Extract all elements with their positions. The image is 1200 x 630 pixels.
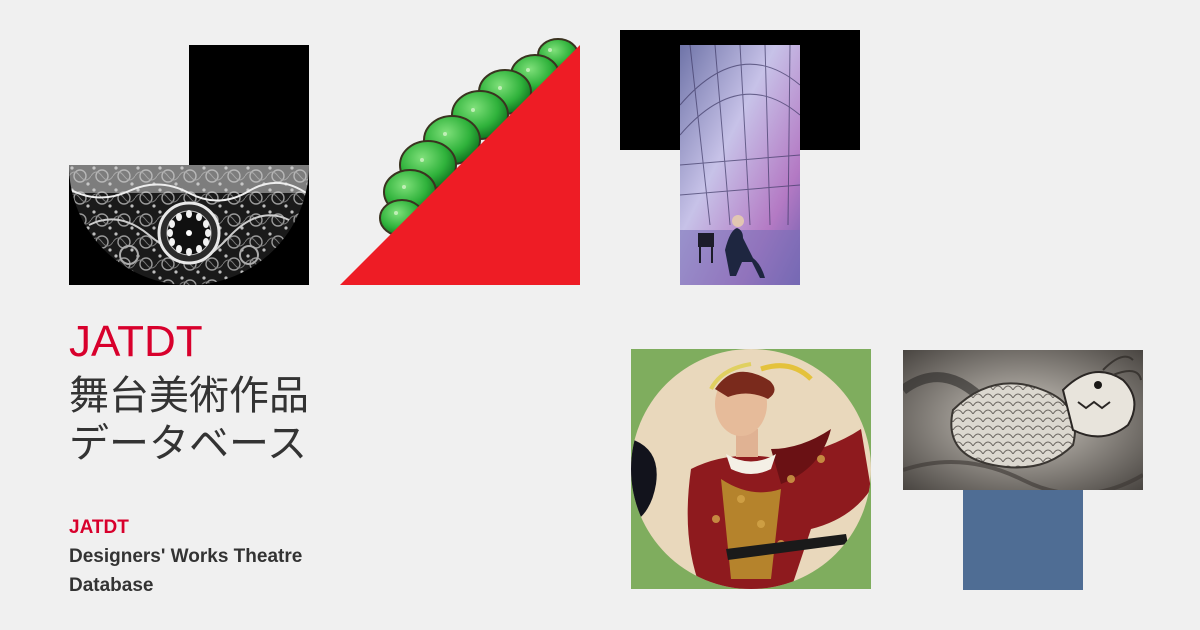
dragon-ink-artwork [903,350,1143,490]
subtitle-line3: Database [69,575,154,596]
subtitle-line1: JATDT [69,517,129,538]
site-subtitle: JATDT Designers' Works Theatre Database [69,513,302,600]
site-title-en: JATDT [69,317,203,366]
site-title-ja: 舞台美術作品 データベース [69,372,309,468]
stage-photo-artwork [680,45,800,285]
title-ja-line2: データベース [69,421,307,467]
ornate-clock-artwork [69,165,309,285]
subtitle-line2: Designers' Works Theatre [69,546,303,567]
j-black-square [189,45,309,165]
title-ja-line1: 舞台美術作品 [69,373,309,419]
costume-painting-artwork [631,349,871,589]
blue-square [963,490,1083,590]
green-foliage-artwork [340,30,580,285]
